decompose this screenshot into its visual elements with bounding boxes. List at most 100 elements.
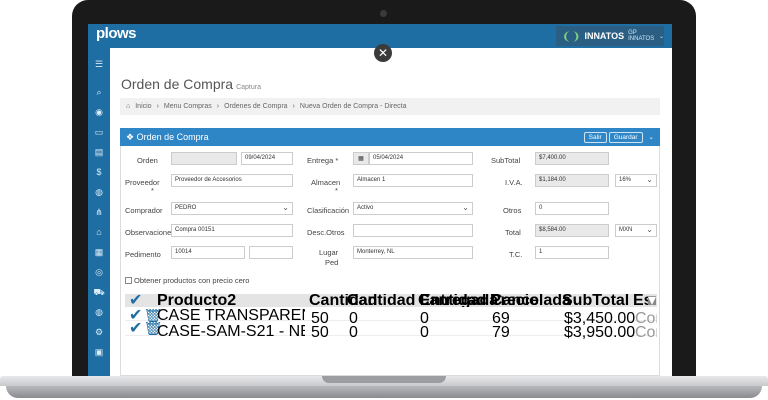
- orden-date-input[interactable]: 09/04/2024: [241, 152, 293, 165]
- base-bottom: [6, 386, 762, 398]
- entrega-date-input[interactable]: 05/04/2024: [369, 152, 473, 165]
- cart-icon[interactable]: ⛟: [93, 286, 105, 298]
- almacen-required: *: [335, 186, 338, 195]
- brand-sub: GP INNATOS: [628, 30, 655, 42]
- brand-name: INNATOS: [584, 31, 625, 41]
- iva-value: $1,184.00: [535, 174, 609, 187]
- almacen-input[interactable]: Almacen 1: [353, 174, 473, 187]
- calculator-icon[interactable]: ▦: [93, 246, 105, 258]
- breadcrumb-separator: ›: [156, 103, 159, 110]
- tc-input[interactable]: 1: [535, 246, 609, 259]
- entrega-label: Entrega *: [307, 156, 339, 165]
- descotros-input[interactable]: [353, 224, 473, 237]
- subtotal-label: SubTotal: [491, 156, 521, 165]
- currency-select[interactable]: MXN: [615, 224, 657, 237]
- globe-2-icon[interactable]: ◍: [93, 306, 105, 318]
- row-cancelada: 0: [420, 326, 429, 339]
- pedimento-extra-input[interactable]: [249, 246, 293, 259]
- top-bar: ❨❩ INNATOS GP INNATOS ⌄: [110, 24, 672, 48]
- dollar-icon[interactable]: $: [93, 166, 105, 178]
- row-espe[interactable]: Comen: [635, 326, 657, 339]
- lugar-ped-input[interactable]: Monterrey, NL: [353, 246, 473, 259]
- total-value: $8,584.00: [535, 224, 609, 237]
- panel-title: Orden de Compra: [136, 132, 209, 142]
- chevron-down-icon: ⌄: [658, 33, 664, 40]
- breadcrumb-item[interactable]: Menu Compras: [164, 103, 212, 110]
- column-menu-icon[interactable]: ▾: [648, 296, 656, 305]
- page-subtitle: Captura: [236, 84, 261, 91]
- row-entregada: 0: [349, 326, 358, 339]
- breadcrumb-separator: ›: [216, 103, 220, 110]
- page-title: Orden de Compra Captura: [121, 76, 261, 92]
- page-title-text: Orden de Compra: [121, 76, 234, 92]
- iva-label: I.V.A.: [505, 178, 523, 187]
- salir-button[interactable]: Salir: [583, 131, 607, 143]
- screen: ☰ ⌕ ◉ ▭ ▤ $ ◍ ⋔ ⌂ ▦ ◎ ⛟ ◍ ⚙ ▣ plows ❨❩ I…: [88, 24, 672, 376]
- otros-input[interactable]: 0: [535, 202, 609, 215]
- settings-icon[interactable]: ⚙: [93, 326, 105, 338]
- precio-cero-label: Obtener productos con precio cero: [134, 276, 250, 285]
- bank-icon[interactable]: ⌂: [93, 226, 105, 238]
- clasificacion-select[interactable]: Activo: [353, 202, 473, 215]
- app-logo[interactable]: plows: [96, 25, 137, 42]
- total-label: Total: [505, 228, 521, 237]
- card-icon[interactable]: ▤: [93, 146, 105, 158]
- row-subtotal: $3,950.00: [564, 326, 636, 339]
- globe-icon[interactable]: ◍: [93, 186, 105, 198]
- check-all-icon[interactable]: ✔: [129, 294, 142, 307]
- breadcrumb-item: Nueva Orden de Compra - Directa: [299, 103, 407, 110]
- breadcrumb-item[interactable]: Inicio: [135, 103, 151, 110]
- row-producto: CASE-SAM-S21 - NEGRO - NUEVO ( Funda Par…: [157, 325, 305, 338]
- check-icon[interactable]: ✔: [129, 309, 142, 322]
- iva-rate-select[interactable]: 16%: [615, 174, 657, 187]
- col-producto[interactable]: Producto2: [157, 294, 236, 307]
- panel-icon: ❖: [126, 131, 137, 142]
- brand-selector[interactable]: ❨❩ INNATOS GP INNATOS ⌄: [556, 26, 664, 46]
- breadcrumb-item[interactable]: Ordenes de Compra: [224, 103, 287, 110]
- clasificacion-label: Clasificación: [307, 206, 350, 215]
- breadcrumb: ⌂ Inicio › Menu Compras › Ordenes de Com…: [120, 98, 660, 115]
- proveedor-label: Proveedor: [125, 178, 160, 187]
- col-subtotal[interactable]: SubTotal: [562, 294, 629, 307]
- breadcrumb-separator: ›: [292, 103, 295, 110]
- pedimento-label: Pedimento: [125, 250, 161, 259]
- folder-icon[interactable]: ▭: [93, 126, 105, 138]
- main-content: Orden de Compra Captura ⌂ Inicio › Menu C…: [110, 48, 672, 376]
- base-notch: [322, 376, 446, 383]
- sidebar: ☰ ⌕ ◉ ▭ ▤ $ ◍ ⋔ ⌂ ▦ ◎ ⛟ ◍ ⚙ ▣: [88, 24, 110, 376]
- search-icon[interactable]: ⌕: [93, 86, 105, 98]
- sitemap-icon[interactable]: ⋔: [93, 206, 105, 218]
- camera: [380, 10, 387, 17]
- check-icon[interactable]: ✔: [129, 322, 142, 335]
- menu-icon[interactable]: ☰: [93, 58, 105, 70]
- guardar-button[interactable]: Guardar: [608, 131, 643, 143]
- eye-icon[interactable]: ◉: [93, 106, 105, 118]
- chevron-down-icon[interactable]: ⌄: [645, 132, 658, 143]
- panel-body: Orden 09/04/2024 Entrega * ▦ 05/04/2024 …: [120, 146, 660, 376]
- world-icon[interactable]: ◎: [93, 266, 105, 278]
- tc-label: T.C.: [509, 250, 523, 259]
- col-precio[interactable]: Precio: [490, 294, 539, 307]
- orden-label: Orden: [137, 156, 158, 165]
- subtotal-value: $7,400.00: [535, 152, 609, 165]
- precio-cero-checkbox[interactable]: [125, 277, 132, 284]
- orden-input[interactable]: [171, 152, 237, 165]
- close-icon[interactable]: ✕: [374, 44, 392, 62]
- proveedor-input[interactable]: Proveedor de Accesorios: [171, 174, 293, 187]
- comprador-label: Comprador: [125, 206, 163, 215]
- laptop-base: [0, 376, 768, 400]
- panel-header: ❖ Orden de Compra Salir Guardar ⌄: [120, 128, 660, 146]
- otros-label: Otros: [503, 206, 522, 215]
- lugar-ped-label: Lugar: [319, 248, 339, 257]
- lugar-ped-label-2: Ped: [325, 258, 339, 267]
- calendar-icon[interactable]: ▦: [353, 152, 369, 165]
- pedimento-input[interactable]: 10014: [171, 246, 245, 259]
- home-icon[interactable]: ⌂: [126, 103, 130, 110]
- row-precio: 79: [492, 326, 510, 339]
- row-cantidad: 50: [311, 326, 329, 339]
- comprador-select[interactable]: PEDRO: [171, 202, 293, 215]
- lock-icon[interactable]: ▣: [93, 346, 105, 358]
- observaciones-input[interactable]: Compra 00151: [171, 224, 293, 237]
- observaciones-label: Observaciones: [125, 228, 176, 237]
- proveedor-required: *: [151, 186, 154, 195]
